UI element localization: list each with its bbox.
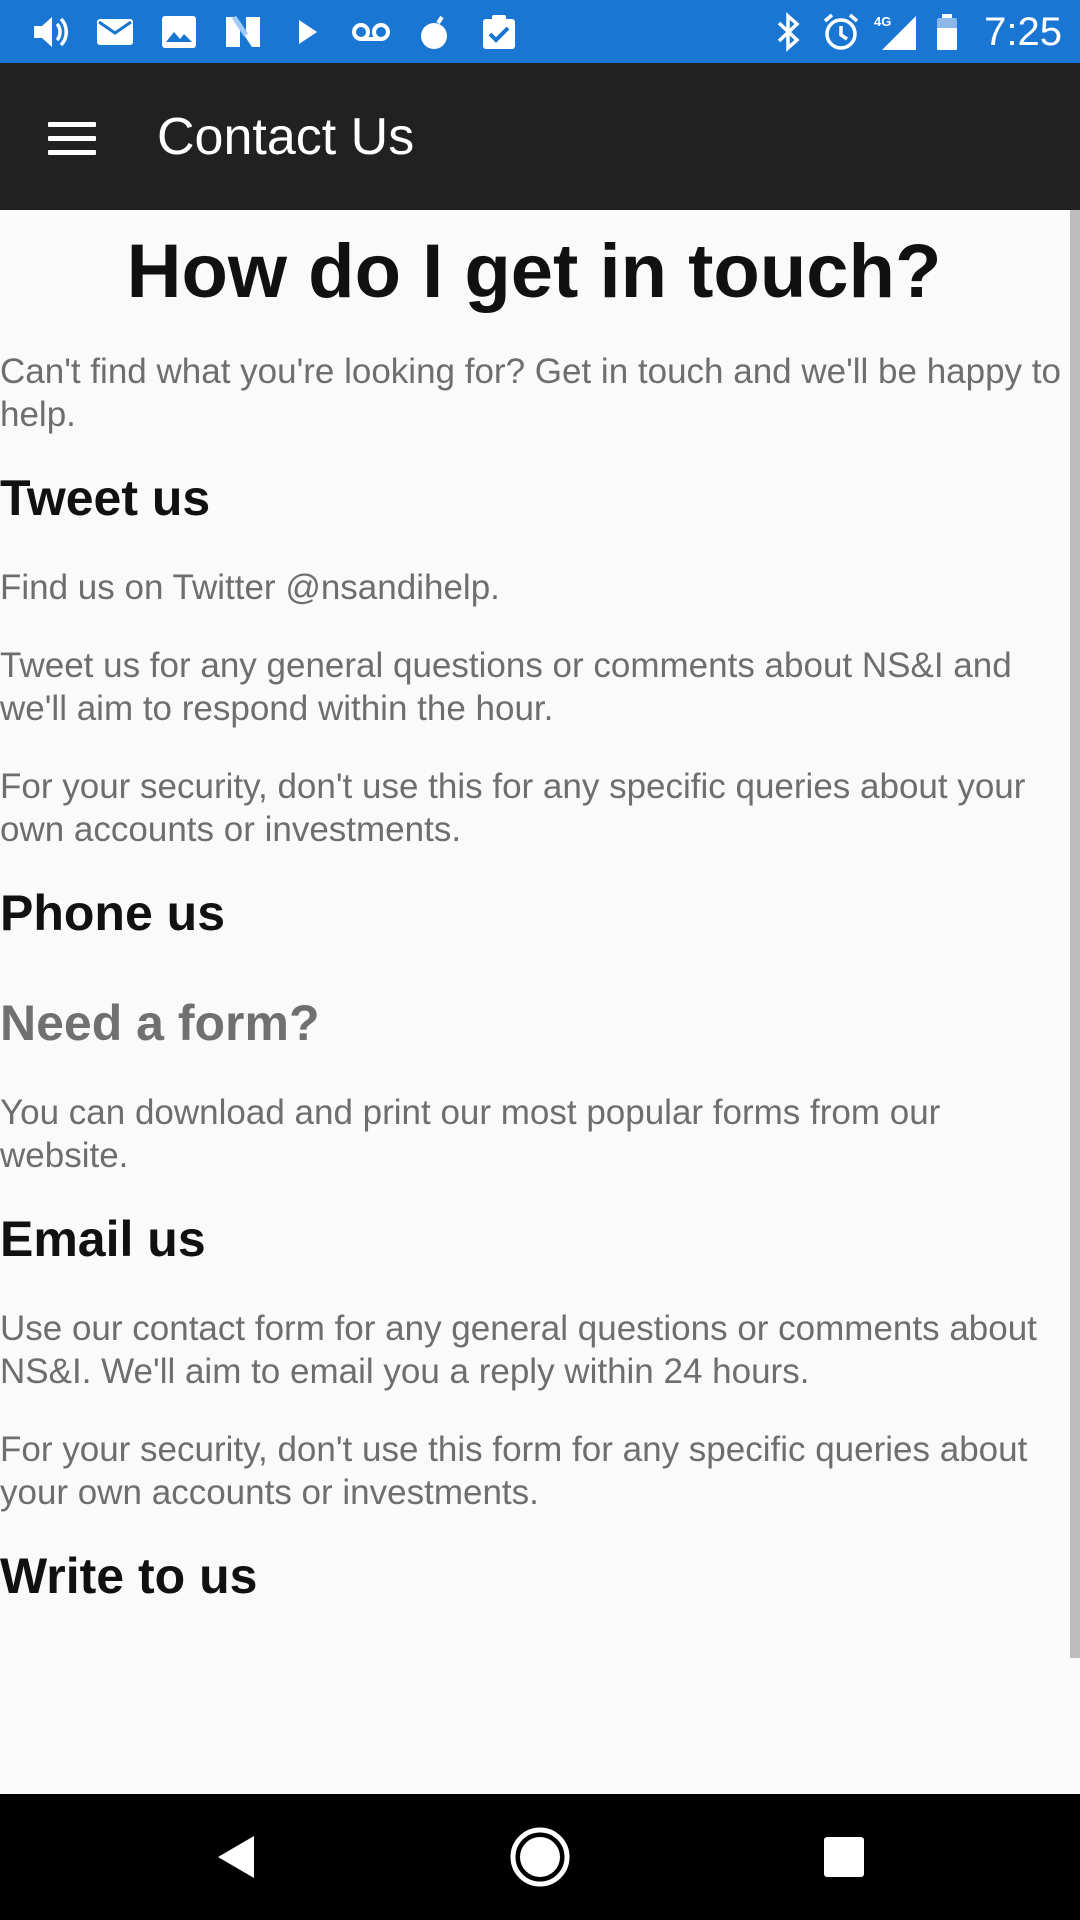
back-icon[interactable] <box>196 1822 276 1892</box>
need-a-form-heading[interactable]: Need a form? <box>0 993 1068 1053</box>
tweet-security-text: For your security, don't use this for an… <box>0 767 1026 849</box>
navigation-bar <box>0 1794 1080 1920</box>
write-to-us-heading[interactable]: Write to us <box>0 1546 1068 1606</box>
tweet-us-heading[interactable]: Tweet us <box>0 468 1068 528</box>
notification-icons <box>30 8 520 56</box>
forms-download-text: You can download and print our most popu… <box>0 1093 941 1175</box>
alarm-icon <box>822 12 859 52</box>
intro-text: Can't find what you're looking for? Get … <box>0 352 1061 434</box>
recents-icon[interactable] <box>804 1822 884 1892</box>
mail-icon <box>94 11 136 53</box>
scrollbar[interactable] <box>1070 210 1080 1658</box>
network-label: 4G <box>874 14 891 29</box>
clock: 7:25 <box>984 9 1062 54</box>
system-icons: 4G 7:25 <box>770 6 1062 58</box>
n-app-icon <box>222 11 264 53</box>
email-us-heading[interactable]: Email us <box>0 1209 1068 1269</box>
email-security-text: For your security, don't use this form f… <box>0 1430 1028 1512</box>
phone-us-heading[interactable]: Phone us <box>0 883 1068 943</box>
volume-icon <box>30 11 72 53</box>
battery-icon <box>934 12 960 52</box>
home-icon[interactable] <box>500 1822 580 1892</box>
status-bar: 4G 7:25 <box>0 0 1080 63</box>
app-bar: Contact Us <box>0 63 1080 210</box>
tweet-info-text: Tweet us for any general questions or co… <box>0 646 1012 728</box>
voicemail-icon <box>350 11 392 53</box>
hamburger-menu-icon[interactable] <box>40 107 106 167</box>
content-webview[interactable]: How do I get in touch? Can't find what y… <box>0 210 1068 1794</box>
main-heading: How do I get in touch? <box>126 229 942 314</box>
twitter-handle-text: Find us on Twitter @nsandihelp. <box>0 568 500 607</box>
bluetooth-icon <box>770 12 806 52</box>
clipboard-check-icon <box>478 11 520 53</box>
bomb-icon <box>414 11 456 53</box>
signal-icon: 4G <box>874 12 918 52</box>
play-icon <box>286 11 328 53</box>
email-info-text: Use our contact form for any general que… <box>0 1309 1037 1391</box>
image-icon <box>158 11 200 53</box>
page-title: Contact Us <box>157 108 415 166</box>
